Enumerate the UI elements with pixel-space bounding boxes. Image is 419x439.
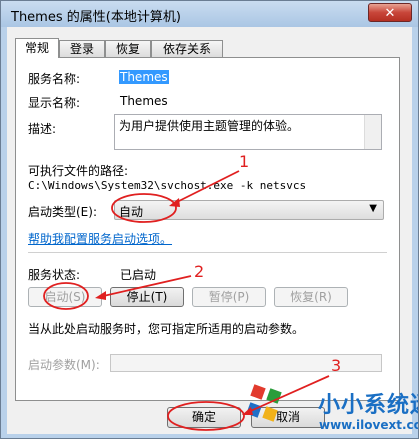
pause-button[interactable]: 暂停(P): [192, 287, 266, 307]
help-link[interactable]: 帮助我配置服务启动选项。: [28, 230, 172, 247]
watermark-url: www.ilovext.com: [319, 418, 418, 432]
exe-path-value[interactable]: C:\Windows\System32\svchost.exe -k netsv…: [28, 179, 306, 192]
description-text: 为用户提供使用主题管理的体验。: [119, 119, 300, 133]
exe-path-label: 可执行文件的路径:: [28, 164, 129, 178]
title-bar[interactable]: Themes 的属性(本地计算机) ✕: [1, 1, 418, 27]
close-button[interactable]: ✕: [368, 3, 412, 22]
startup-type-select[interactable]: 自动 ▼: [114, 200, 384, 220]
ok-button[interactable]: 确定: [167, 407, 241, 428]
start-button[interactable]: 启动(S): [28, 287, 102, 307]
description-label: 描述:: [28, 122, 57, 136]
watermark-text: 小小系统迷: [318, 393, 418, 418]
divider: [28, 252, 387, 253]
display-name-label: 显示名称:: [28, 96, 81, 110]
start-params-hint: 当从此处启动服务时，您可指定所适用的启动参数。: [28, 322, 305, 336]
tab-general[interactable]: 常规: [15, 38, 59, 58]
properties-dialog: Themes 的属性(本地计算机) ✕ 常规 登录 恢复 依存关系 服务名称: …: [0, 0, 419, 439]
description-box[interactable]: 为用户提供使用主题管理的体验。: [114, 114, 382, 150]
startup-type-value: 自动: [119, 205, 144, 219]
service-name-label: 服务名称:: [28, 72, 81, 86]
dialog-client: 常规 登录 恢复 依存关系 服务名称: Themes 显示名称: Themes …: [7, 27, 412, 434]
tab-recovery[interactable]: 恢复: [105, 40, 151, 57]
display-name-value[interactable]: Themes: [120, 94, 168, 108]
service-status-value: 已启动: [120, 268, 157, 282]
tab-dependencies[interactable]: 依存关系: [151, 40, 223, 57]
tab-logon[interactable]: 登录: [59, 40, 105, 57]
general-panel: 服务名称: Themes 显示名称: Themes 描述: 为用户提供使用主题管…: [15, 57, 400, 401]
description-scrollbar[interactable]: [364, 115, 381, 149]
stop-button[interactable]: 停止(T): [110, 287, 184, 307]
startup-type-label: 启动类型(E):: [28, 205, 97, 219]
resume-button[interactable]: 恢复(R): [274, 287, 348, 307]
service-status-label: 服务状态:: [28, 268, 81, 282]
close-icon: ✕: [384, 6, 396, 21]
dropdown-arrow-icon: ▼: [369, 203, 377, 214]
service-name-value[interactable]: Themes: [119, 70, 169, 84]
start-params-input[interactable]: [110, 354, 382, 372]
start-params-label: 启动参数(M):: [28, 358, 100, 372]
watermark-logo-icon: [246, 384, 282, 422]
window-title: Themes 的属性(本地计算机): [11, 10, 181, 25]
